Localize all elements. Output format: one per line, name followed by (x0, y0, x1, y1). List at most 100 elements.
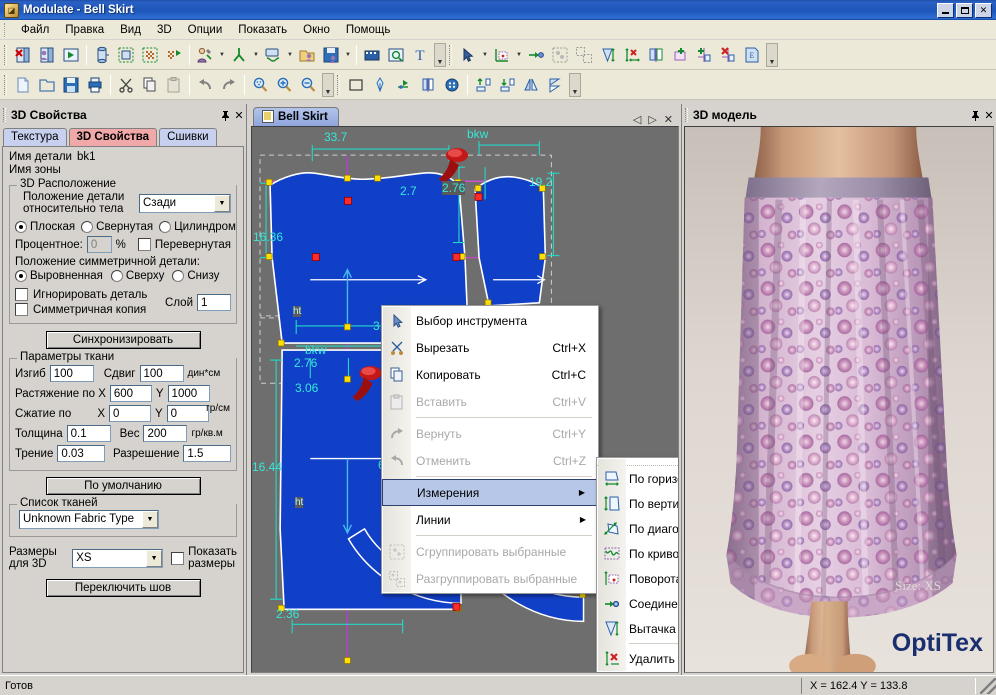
delete-seam-icon[interactable] (716, 43, 740, 67)
ctx-group[interactable]: Сгруппировать выбранные (382, 538, 598, 565)
mdi-prev-icon[interactable]: ◁ (633, 113, 641, 126)
open-pattern-icon[interactable] (35, 43, 59, 67)
panel-grip[interactable] (685, 108, 688, 122)
friction-input[interactable]: 0.03 (57, 445, 105, 462)
ctx-select-tool[interactable]: Выбор инструмента (382, 307, 598, 334)
cylinder-icon[interactable] (90, 43, 114, 67)
show-sizes-checkbox[interactable] (171, 552, 184, 565)
text-icon[interactable]: T (408, 43, 432, 67)
fold-tool-icon[interactable] (416, 73, 440, 97)
menu-view[interactable]: Вид (112, 22, 149, 38)
flip-h-icon[interactable] (519, 73, 543, 97)
submenu-rotation[interactable]: Поворота (597, 566, 679, 591)
print-icon[interactable] (83, 73, 107, 97)
close-icon[interactable]: ✕ (232, 108, 246, 122)
mdi-close-icon[interactable]: ✕ (664, 113, 673, 126)
shape-option-flat[interactable]: Плоская (15, 221, 75, 233)
panel-grip[interactable] (3, 108, 6, 122)
chevron-down-icon[interactable]: ▼ (142, 511, 158, 528)
toolbar-overflow-button[interactable]: ▼ (434, 43, 446, 67)
mannequin-icon[interactable] (227, 43, 251, 67)
submenu-diagonal[interactable]: По диагонали (597, 516, 679, 541)
chevron-down-icon[interactable]: ▼ (146, 550, 162, 567)
seam-down-icon[interactable] (495, 73, 519, 97)
mdi-next-icon[interactable]: ▷ (648, 113, 656, 126)
add-piece-icon[interactable] (668, 43, 692, 67)
thickness-input[interactable]: 0.1 (67, 425, 111, 442)
submenu-curve[interactable]: По кривой (597, 541, 679, 566)
point-tool-icon[interactable] (392, 73, 416, 97)
3d-viewport[interactable]: Size: XS OptiTex (684, 126, 994, 673)
chevron-down-icon[interactable]: ▼ (480, 43, 490, 67)
seam-up-icon[interactable] (471, 73, 495, 97)
open-avatar-icon[interactable] (295, 43, 319, 67)
open-icon[interactable] (35, 73, 59, 97)
ungroup-icon[interactable] (572, 43, 596, 67)
group-icon[interactable] (548, 43, 572, 67)
copy-icon[interactable] (138, 73, 162, 97)
drape-icon[interactable] (261, 43, 285, 67)
maximize-button[interactable] (956, 3, 973, 18)
chevron-down-icon[interactable]: ▼ (214, 195, 230, 212)
ctx-measurements[interactable]: Измерения ▶ (382, 479, 598, 506)
shape-option-cylinder[interactable]: Цилиндром (159, 221, 236, 233)
tab-texture[interactable]: Текстура (3, 128, 67, 146)
avatar-tools-icon[interactable] (193, 43, 217, 67)
menu-edit[interactable]: Правка (57, 22, 112, 38)
toolbar-grip[interactable] (4, 45, 7, 65)
ctx-ungroup[interactable]: Разгруппировать выбранные (382, 565, 598, 592)
toolbar-overflow-button[interactable]: ▼ (766, 43, 778, 67)
button-tool-icon[interactable] (440, 73, 464, 97)
symmetric-option-top[interactable]: Сверху (111, 270, 164, 282)
close-button[interactable]: ✕ (975, 3, 992, 18)
save-icon[interactable] (59, 73, 83, 97)
chevron-down-icon[interactable]: ▼ (343, 43, 353, 67)
toolbar-overflow-button[interactable]: ▼ (569, 73, 581, 97)
stretch-y-input[interactable]: 1000 (168, 385, 210, 402)
minimize-button[interactable] (937, 3, 954, 18)
close-pattern-icon[interactable] (11, 43, 35, 67)
render-icon[interactable] (384, 43, 408, 67)
chevron-down-icon[interactable]: ▼ (217, 43, 227, 67)
synchronize-button[interactable]: Синхронизировать (46, 331, 201, 349)
play-simulation-icon[interactable] (59, 43, 83, 67)
toolbar-grip[interactable] (4, 75, 7, 95)
symmetric-option-aligned[interactable]: Выровненная (15, 270, 103, 282)
mirror-copy-checkbox[interactable] (15, 303, 28, 316)
menu-3d[interactable]: 3D (149, 22, 180, 38)
tab-3d-properties[interactable]: 3D Свойства (69, 128, 158, 146)
ctx-copy[interactable]: Копировать Ctrl+C (382, 361, 598, 388)
measurements-submenu[interactable]: По горизонтали По вертикали По диагонали (596, 457, 679, 673)
zoom-all-icon[interactable] (248, 73, 272, 97)
cut-icon[interactable] (114, 73, 138, 97)
toolbar-grip[interactable] (337, 75, 340, 95)
menu-file[interactable]: Файл (13, 22, 57, 38)
select-rect-icon[interactable] (114, 43, 138, 67)
position-combo[interactable]: Сзади ▼ (139, 194, 231, 213)
close-icon[interactable]: ✕ (982, 108, 996, 122)
ctx-redo[interactable]: Вернуть Ctrl+Y (382, 420, 598, 447)
submenu-vertical[interactable]: По вертикали (597, 491, 679, 516)
chevron-down-icon[interactable]: ▼ (251, 43, 261, 67)
ctx-undo[interactable]: Отменить Ctrl+Z (382, 447, 598, 474)
rect-tool-icon[interactable] (344, 73, 368, 97)
new-icon[interactable] (11, 73, 35, 97)
redo-icon[interactable] (217, 73, 241, 97)
tab-seams[interactable]: Сшивки (159, 128, 217, 146)
export-piece-icon[interactable]: E (740, 43, 764, 67)
add-seam-icon[interactable] (692, 43, 716, 67)
stretch-x-input[interactable]: 600 (110, 385, 152, 402)
zoom-out-icon[interactable] (296, 73, 320, 97)
layer-input[interactable]: 1 (197, 294, 231, 311)
mdi-tab-bell-skirt[interactable]: Bell Skirt (253, 107, 339, 126)
chevron-down-icon[interactable]: ▼ (514, 43, 524, 67)
pattern-canvas-container[interactable]: 33.7 2.7 16.36 bkw 2.76 19.2 bkw 2.76 3.… (251, 126, 679, 673)
bend-input[interactable]: 100 (50, 365, 94, 382)
pointer-icon[interactable] (456, 43, 480, 67)
shear-input[interactable]: 100 (140, 365, 184, 382)
menu-show[interactable]: Показать (230, 22, 295, 38)
dart-icon[interactable] (596, 43, 620, 67)
mesh-export-icon[interactable] (162, 43, 186, 67)
toolbar-overflow-button[interactable]: ▼ (322, 73, 334, 97)
pin-icon[interactable] (218, 108, 232, 122)
